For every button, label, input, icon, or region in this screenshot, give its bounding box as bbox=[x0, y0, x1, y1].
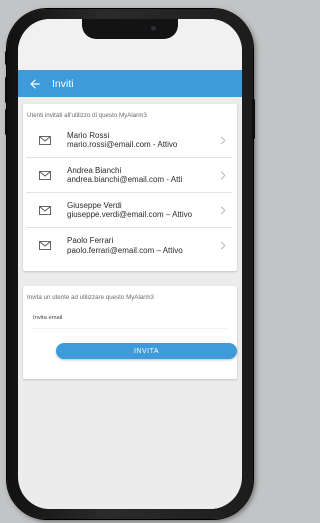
invite-email-field[interactable]: Invita email bbox=[32, 309, 228, 329]
invited-users-title: Utenti invitati all'utilizzo di questo M… bbox=[27, 112, 147, 119]
app-bar: Inviti bbox=[18, 70, 242, 97]
status-bar bbox=[18, 19, 242, 70]
invite-user-card: Invita un utente ad utilizzare questo My… bbox=[23, 286, 237, 379]
list-item-text: Giuseppe Verdi giuseppe.verdi@email.com … bbox=[67, 201, 216, 220]
list-item[interactable]: Paolo Ferrari paolo.ferrari@email.com – … bbox=[26, 228, 232, 263]
envelope-icon bbox=[39, 241, 51, 250]
main-content: Utenti invitati all'utilizzo di questo M… bbox=[18, 97, 242, 379]
volume-down-button bbox=[5, 109, 8, 135]
user-email-status: paolo.ferrari@email.com – Attivo bbox=[67, 245, 183, 255]
invite-email-label: Invita email bbox=[33, 315, 63, 321]
user-name: Giuseppe Verdi bbox=[67, 200, 122, 210]
volume-up-button bbox=[5, 77, 8, 103]
page-title: Inviti bbox=[52, 77, 74, 90]
envelope-icon bbox=[39, 135, 51, 145]
invited-users-list: Mario Rossi mario.rossi@email.com - Atti… bbox=[26, 123, 232, 263]
power-button bbox=[252, 99, 255, 139]
list-item-text: Paolo Ferrari paolo.ferrari@email.com – … bbox=[67, 236, 216, 255]
user-email-status: giuseppe.verdi@email.com – Attivo bbox=[67, 210, 193, 219]
user-name: Andrea Bianchi bbox=[67, 165, 122, 175]
arrow-left-icon[interactable] bbox=[28, 77, 42, 91]
silent-switch bbox=[5, 51, 8, 65]
list-item[interactable]: Andrea Bianchi andrea.bianchi@email.com … bbox=[26, 158, 232, 193]
user-email-status: mario.rossi@email.com - Attivo bbox=[67, 140, 178, 149]
list-item-text: Mario Rossi mario.rossi@email.com - Atti… bbox=[67, 131, 216, 150]
user-name: Paolo Ferrari bbox=[67, 236, 114, 246]
list-item[interactable]: Mario Rossi mario.rossi@email.com - Atti… bbox=[26, 123, 232, 158]
invite-card-title: Invita un utente ad utilizzare questo My… bbox=[27, 294, 154, 301]
user-name: Mario Rossi bbox=[67, 130, 110, 140]
home-indicator-area bbox=[18, 491, 242, 509]
notch bbox=[82, 19, 178, 39]
envelope-icon bbox=[39, 170, 51, 180]
chevron-right-icon bbox=[220, 135, 226, 145]
invited-users-card: Utenti invitati all'utilizzo di questo M… bbox=[23, 104, 237, 271]
list-item[interactable]: Giuseppe Verdi giuseppe.verdi@email.com … bbox=[26, 193, 232, 228]
user-email-status: andrea.bianchi@email.com - Atti bbox=[67, 175, 183, 184]
camera-icon bbox=[151, 26, 156, 31]
list-item-text: Andrea Bianchi andrea.bianchi@email.com … bbox=[67, 166, 216, 185]
envelope-icon bbox=[39, 205, 51, 215]
chevron-right-icon bbox=[220, 241, 226, 250]
chevron-right-icon bbox=[220, 205, 226, 215]
invite-button[interactable]: INVITA bbox=[56, 343, 237, 359]
phone-screen: Inviti Utenti invitati all'utilizzo di q… bbox=[18, 19, 242, 509]
phone-frame: Inviti Utenti invitati all'utilizzo di q… bbox=[5, 9, 255, 519]
chevron-right-icon bbox=[220, 170, 226, 180]
